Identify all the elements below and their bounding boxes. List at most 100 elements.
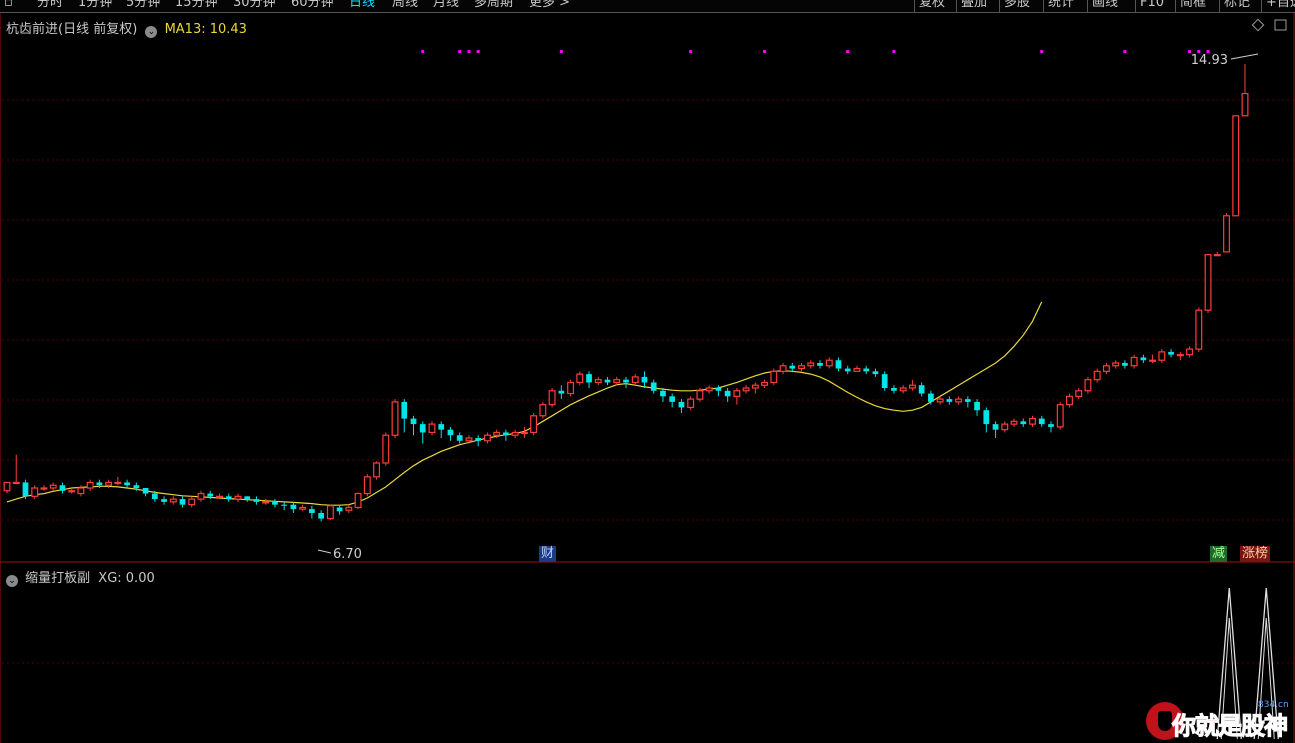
candle-body xyxy=(290,504,297,510)
candle-body xyxy=(161,499,167,502)
badge-reduce[interactable]: 减 xyxy=(1210,546,1228,562)
candle-body xyxy=(724,390,731,397)
candle-body xyxy=(798,365,806,370)
period-tab-7[interactable]: 周线 xyxy=(392,0,418,11)
price-high-pointer xyxy=(1230,53,1259,60)
signal-marker xyxy=(763,50,767,53)
sub-indicator-title: 缩量打板副 xyxy=(25,571,91,586)
tool-button-4[interactable]: 画线 xyxy=(1092,0,1118,11)
candle-body xyxy=(715,388,722,391)
candle-body xyxy=(86,481,94,489)
period-tab-0[interactable]: 分时 xyxy=(37,0,63,11)
candle-body xyxy=(761,381,769,386)
candle-body xyxy=(1232,115,1240,217)
candle-body xyxy=(918,385,925,394)
candle-body xyxy=(899,387,907,392)
candle-body xyxy=(59,485,66,491)
tool-button-5[interactable]: F10 xyxy=(1140,0,1164,11)
candle-body xyxy=(3,481,11,492)
period-tab-8[interactable]: 月线 xyxy=(433,0,459,11)
candle-body xyxy=(197,492,205,500)
candle-body xyxy=(872,371,879,375)
badge-financial[interactable]: 财 xyxy=(539,546,557,562)
candle-body xyxy=(382,434,390,464)
tool-button-0[interactable]: 复权 xyxy=(919,0,945,11)
candle-body xyxy=(1186,348,1194,356)
candle-body xyxy=(881,374,888,388)
period-tab-10[interactable]: 更多 > xyxy=(529,0,570,11)
candle-body xyxy=(318,513,324,519)
price-low-label: 6.70 xyxy=(333,547,362,562)
candle-body xyxy=(908,384,916,389)
period-tab-4[interactable]: 30分钟 xyxy=(233,0,276,11)
candle-body xyxy=(844,368,851,372)
period-tab-3[interactable]: 15分钟 xyxy=(175,0,218,11)
tool-button-6[interactable]: 简框 xyxy=(1180,0,1206,11)
window-menu-icon[interactable]: ▫ xyxy=(4,0,13,11)
tool-button-8[interactable]: +自选 xyxy=(1266,0,1295,11)
candle-body xyxy=(678,401,685,408)
candle-body xyxy=(225,496,232,500)
candle-body xyxy=(1038,418,1045,425)
candle-body xyxy=(650,382,657,391)
watermark-url: 834.cn xyxy=(1258,700,1289,710)
period-tab-6[interactable]: 日线 xyxy=(349,0,375,11)
period-tab-1[interactable]: 1分钟 xyxy=(78,0,112,11)
candle-body xyxy=(272,501,278,505)
candle-body xyxy=(1029,417,1036,425)
signal-marker xyxy=(689,50,693,53)
candle-body xyxy=(1241,92,1249,117)
candle-body xyxy=(1149,359,1157,362)
candle-body xyxy=(1213,254,1221,257)
candle-body xyxy=(31,487,39,497)
candle-body xyxy=(1102,365,1110,372)
sub-indicator-menu-icon[interactable]: ⌄ xyxy=(6,575,18,587)
candle-body xyxy=(539,404,547,417)
ma-indicator-value: MA13: 10.43 xyxy=(164,22,247,37)
candle-body xyxy=(1223,215,1230,253)
toolbar-separator xyxy=(1219,0,1220,12)
candle-body xyxy=(751,384,759,389)
candle-body xyxy=(807,362,815,367)
candle-body xyxy=(105,481,113,486)
tool-button-2[interactable]: 多股 xyxy=(1004,0,1030,11)
candle-body xyxy=(1112,362,1120,367)
tool-button-3[interactable]: 统计 xyxy=(1048,0,1074,11)
toolbar-separator xyxy=(914,0,915,12)
candle-body xyxy=(1001,423,1009,431)
chart-header: 杭齿前进(日线 前复权) ⌄ MA13: 10.43 xyxy=(6,18,247,38)
tool-button-7[interactable]: 标记 xyxy=(1224,0,1250,11)
candle-body xyxy=(410,418,417,425)
candle-body xyxy=(623,379,629,383)
candle-body xyxy=(169,498,177,503)
stock-title: 杭齿前进(日线 前复权) xyxy=(6,22,138,37)
candle-body xyxy=(114,481,122,485)
candle-body xyxy=(936,398,944,403)
toolbar-separator xyxy=(999,0,1000,12)
signal-marker xyxy=(467,50,471,53)
candle-body xyxy=(262,501,270,504)
candle-body xyxy=(40,487,48,490)
candle-body xyxy=(992,424,999,430)
candle-body xyxy=(779,365,787,372)
candle-body xyxy=(964,399,971,402)
badge-limit-up-list[interactable]: 涨榜 xyxy=(1240,546,1271,562)
candle-body xyxy=(641,376,648,383)
period-tab-2[interactable]: 5分钟 xyxy=(126,0,160,11)
panel-toggle-icon xyxy=(1274,19,1287,31)
period-tab-5[interactable]: 60分钟 xyxy=(291,0,334,11)
candle-body xyxy=(1065,395,1073,406)
candle-body xyxy=(1048,424,1054,427)
period-tab-9[interactable]: 多周期 xyxy=(474,0,513,11)
candle-body xyxy=(567,381,575,395)
indicator-menu-icon[interactable]: ⌄ xyxy=(145,26,158,38)
toolbar-separator xyxy=(956,0,957,12)
tool-button-1[interactable]: 叠加 xyxy=(961,0,987,11)
candle-body xyxy=(853,367,861,372)
toolbar-separator xyxy=(1261,0,1262,12)
candle-body xyxy=(594,379,602,384)
candle-body xyxy=(77,487,85,495)
watermark-logo: 你就是股神 834.cn xyxy=(1146,700,1295,743)
signal-marker xyxy=(421,50,425,53)
candle-body xyxy=(946,399,953,402)
